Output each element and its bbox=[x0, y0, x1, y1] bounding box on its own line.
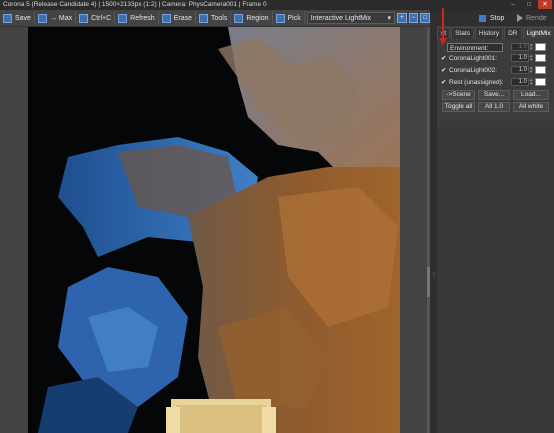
color-swatch[interactable] bbox=[535, 78, 546, 86]
zoom-fit-icon[interactable]: □ bbox=[420, 13, 430, 23]
spinner-icon[interactable]: ▴ ▾ bbox=[530, 78, 534, 87]
stop-button[interactable]: Stop bbox=[479, 13, 515, 23]
all-white-button[interactable]: All white bbox=[513, 102, 549, 112]
refresh-icon bbox=[118, 13, 128, 23]
tab-lightmix[interactable]: LightMix bbox=[522, 27, 554, 39]
copy-icon bbox=[79, 13, 89, 23]
lightmix-row-environment: Environment: 1.0 ▴ ▾ bbox=[441, 42, 553, 52]
window-title: Corona 5 (Release Candidate 4) | 1500×21… bbox=[3, 1, 267, 8]
erase-icon bbox=[161, 13, 171, 23]
spinner-icon[interactable]: ▴ ▾ bbox=[530, 43, 534, 52]
load-lightmix-button[interactable]: Load... bbox=[513, 90, 549, 100]
lightmix-intensity[interactable]: 1.0 bbox=[511, 43, 529, 51]
tools-button[interactable]: Tools bbox=[196, 11, 232, 25]
zoom-in-icon[interactable]: + bbox=[397, 13, 407, 23]
tab-dr[interactable]: DR bbox=[504, 27, 522, 39]
color-swatch[interactable] bbox=[535, 66, 546, 74]
window-titlebar: Corona 5 (Release Candidate 4) | 1500×21… bbox=[0, 0, 554, 10]
copy-button[interactable]: Ctrl+C bbox=[76, 11, 116, 25]
pick-label: Pick bbox=[287, 14, 301, 22]
splitter-grip-icon: ⋮ bbox=[431, 273, 437, 279]
stop-icon bbox=[479, 14, 486, 22]
panel-splitter[interactable]: ⋮ bbox=[430, 10, 437, 433]
chevron-down-icon: ▾ bbox=[387, 15, 392, 22]
armchair-shape bbox=[166, 399, 276, 433]
lightmix-row-rest: ✔ Rest (unassigned): 1.0 ▴ ▾ bbox=[441, 77, 553, 87]
max-icon bbox=[37, 13, 47, 23]
toggle-all-button[interactable]: Toggle all bbox=[442, 102, 475, 112]
lightmix-name: CoronaLight001: bbox=[449, 54, 498, 62]
lightmix-intensity[interactable]: 1.0 bbox=[511, 66, 529, 74]
render-label: Rende bbox=[526, 14, 547, 22]
tools-icon bbox=[198, 13, 208, 23]
zoom-out-icon[interactable]: − bbox=[408, 13, 419, 23]
annotation-arrow-shaft bbox=[442, 8, 444, 42]
minimize-button[interactable]: – bbox=[506, 0, 520, 9]
play-icon bbox=[517, 14, 523, 22]
pick-icon bbox=[275, 13, 285, 23]
lightmix-row-light001: ✔ CoronaLight001: 1.0 ▴ ▾ bbox=[441, 53, 553, 63]
region-label: Region bbox=[246, 14, 269, 22]
display-mode-dropdown[interactable]: Interactive LightMix ▾ bbox=[306, 12, 396, 24]
rendered-cliff-image bbox=[28, 27, 400, 433]
panel-empty-area bbox=[437, 127, 554, 433]
spinner-icon[interactable]: ▴ ▾ bbox=[530, 54, 534, 63]
spinner-icon[interactable]: ▴ ▾ bbox=[530, 66, 534, 75]
maximize-button[interactable]: □ bbox=[522, 0, 536, 9]
render-image[interactable] bbox=[28, 27, 400, 433]
copy-label: Ctrl+C bbox=[91, 14, 112, 22]
panel-tabs: st Stats History DR LightMix bbox=[437, 27, 554, 39]
tab-stats[interactable]: Stats bbox=[451, 27, 474, 39]
max-button[interactable]: → Max bbox=[35, 11, 77, 25]
erase-button[interactable]: Erase bbox=[159, 11, 196, 25]
render-controls: Stop Rende bbox=[437, 10, 554, 26]
save-icon bbox=[3, 13, 12, 23]
lightmix-name: CoronaLight002: bbox=[449, 66, 498, 74]
refresh-label: Refresh bbox=[130, 14, 155, 22]
region-button[interactable]: Region bbox=[231, 11, 273, 25]
erase-label: Erase bbox=[173, 14, 192, 22]
tools-label: Tools bbox=[210, 14, 228, 22]
render-viewport bbox=[0, 27, 430, 433]
save-lightmix-button[interactable]: Save... bbox=[478, 90, 510, 100]
lightmix-name: Environment: bbox=[447, 42, 503, 52]
color-swatch[interactable] bbox=[535, 43, 546, 51]
save-button[interactable]: Save bbox=[0, 11, 35, 25]
pick-button[interactable]: Pick bbox=[273, 11, 305, 25]
window-controls: – □ ✕ bbox=[506, 0, 552, 9]
display-mode-value: Interactive LightMix bbox=[310, 14, 372, 22]
lightmix-intensity[interactable]: 1.0 bbox=[511, 78, 529, 86]
color-swatch[interactable] bbox=[535, 54, 546, 62]
stop-label: Stop bbox=[490, 14, 505, 22]
to-scene-button[interactable]: ->Scene bbox=[442, 90, 475, 100]
save-label: Save bbox=[15, 14, 31, 22]
annotation-arrow-icon bbox=[439, 38, 447, 45]
lightmix-intensity[interactable]: 1.0 bbox=[511, 54, 529, 62]
close-button[interactable]: ✕ bbox=[538, 0, 552, 9]
render-button[interactable]: Rende bbox=[517, 13, 551, 23]
refresh-button[interactable]: Refresh bbox=[115, 11, 159, 25]
max-label: → Max bbox=[49, 14, 73, 22]
lightmix-row-light002: ✔ CoronaLight002: 1.0 ▴ ▾ bbox=[441, 65, 553, 75]
region-icon bbox=[234, 13, 244, 23]
right-panel: Stop Rende st Stats History DR LightMix … bbox=[437, 10, 554, 433]
tab-history[interactable]: History bbox=[474, 27, 504, 39]
all-one-button[interactable]: All 1.0 bbox=[478, 102, 510, 112]
vfb-toolbar: Save → Max Ctrl+C Refresh Erase Tools Re… bbox=[0, 10, 430, 27]
lightmix-name: Rest (unassigned): bbox=[449, 78, 503, 86]
